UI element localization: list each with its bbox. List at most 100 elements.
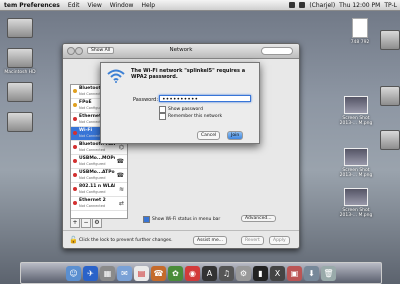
advanced-button[interactable]: Advanced... [241,215,276,222]
calendar-icon[interactable]: ▤ [134,265,149,281]
desktop-icon-label: Macintosh HD [4,70,36,75]
dock: ☺ ✈ ▦ ✉ ▤ ☎ ✿ ◉ A ♫ ⚙ ▮ X ▣ ⬇ 🗑 [20,262,382,284]
lock-label: Click the lock to prevent further change… [79,238,173,243]
service-type-icon: ⇄ [118,200,124,207]
wifi-icon [107,69,125,83]
status-dot-icon [73,159,77,163]
remove-service-button[interactable]: − [81,218,91,228]
status-dot-icon [73,117,77,121]
password-field[interactable]: •••••••••• [159,95,251,103]
screenshot-thumbnail-icon [344,96,368,114]
service-item[interactable]: USBMo...ATPort Not Configured ☎ [71,169,127,183]
join-button[interactable]: Join [227,131,244,140]
hard-drive-icon [380,130,400,150]
menu-window[interactable]: Window [106,2,138,9]
volume-icon[interactable] [299,2,306,8]
status-dot-icon [73,89,77,93]
service-status: Not Connected [79,204,106,208]
status-dot-icon [73,173,77,177]
menu-app-name[interactable]: tem Preferences [0,2,64,9]
chrome-icon[interactable]: ◉ [185,265,200,281]
service-item[interactable]: USBMo...MOPortNot Configured ☎ [71,155,127,169]
terminal-icon[interactable]: ▮ [253,265,268,281]
assist-me-button[interactable]: Assist me... [193,236,228,245]
desktop-icon-label: Screen Shot 2013-... M.png [339,208,373,218]
wifi-status-icon[interactable] [289,2,296,8]
x11-icon[interactable]: X [270,265,285,281]
desktop-icon-hd-1[interactable] [0,18,40,40]
show-wifi-status-checkbox[interactable] [143,216,150,223]
desktop-icon-extra-2[interactable] [370,86,400,108]
desktop-icon-hd-3[interactable] [0,112,40,134]
finder-icon[interactable]: ☺ [66,265,81,281]
menu-view[interactable]: View [84,2,106,9]
desktop-icon-extra-3[interactable] [370,130,400,152]
trash-icon[interactable]: 🗑 [321,265,336,281]
hard-drive-icon [7,48,33,68]
clock[interactable]: Thu 12:00 PM [339,2,380,9]
mail-icon[interactable]: ✉ [117,265,132,281]
preview-icon[interactable]: ▣ [287,265,302,281]
service-type-icon: ≋ [118,186,124,193]
menu-help[interactable]: Help [137,2,159,9]
revert-button[interactable]: Revert [241,236,264,245]
window-titlebar: Show All Network [63,44,299,59]
add-service-button[interactable]: + [70,218,80,228]
wifi-password-sheet: The Wi-Fi network "splinkel5" requires a… [100,62,260,144]
launchpad-icon[interactable]: ✈ [83,265,98,281]
cancel-button[interactable]: Cancel [197,131,221,140]
remember-network-checkbox[interactable] [159,113,166,120]
service-type-icon: ☎ [116,158,124,165]
photos-icon[interactable]: ✿ [168,265,183,281]
system-preferences-icon[interactable]: ⚙ [236,265,251,281]
hard-drive-icon [380,30,400,50]
service-status: Not Configured [79,162,106,166]
hard-drive-icon [7,112,33,132]
document-icon [352,18,368,38]
network-menu[interactable]: TP-L [384,2,397,9]
service-name: USBMo...MOPort [79,156,115,161]
show-password-checkbox[interactable] [159,106,166,113]
screenshot-thumbnail-icon [344,188,368,206]
gear-icon[interactable]: ⚙ [92,218,102,228]
app-store-icon[interactable]: A [202,265,217,281]
service-status: Not Configured [79,190,106,194]
service-type-icon: ⌬ [118,144,124,151]
desktop-icon-screenshot-2[interactable]: Screen Shot 2013-... M.png [336,148,376,178]
status-dot-icon [73,187,77,191]
status-dot-icon [73,131,77,135]
desktop-icon-label: Screen Shot 2013-... M.png [339,116,373,126]
status-dot-icon [73,201,77,205]
contacts-icon[interactable]: ☎ [151,265,166,281]
password-label: Password: [133,97,159,103]
menu-bar: tem Preferences Edit View Window Help (C… [0,0,400,11]
service-item[interactable]: 802.11 n WLAN Not Configured ≋ [71,183,127,197]
user-menu[interactable]: (Charjel) [309,2,335,9]
desktop-icon-extra-1[interactable] [370,30,400,52]
desktop-icon-macintosh-hd[interactable]: Macintosh HD [0,48,40,75]
show-password-option[interactable]: Show password [159,106,203,113]
downloads-stack-icon[interactable]: ⬇ [304,265,319,281]
service-type-icon: ☎ [116,172,124,179]
remember-network-option[interactable]: Remember this network [159,113,222,120]
search-input[interactable] [261,47,293,55]
hard-drive-icon [7,82,33,102]
service-status: Not Configured [79,176,106,180]
menu-edit[interactable]: Edit [64,2,84,9]
remember-network-label: Remember this network [168,114,223,119]
desktop-icon-hd-2[interactable] [0,82,40,104]
desktop-icon-screenshot-3[interactable]: Screen Shot 2013-... M.png [336,188,376,218]
status-dot-icon [73,145,77,149]
service-name: USBMo...ATPort [79,170,115,175]
mission-control-icon[interactable]: ▦ [100,265,115,281]
show-wifi-status-label: Show Wi-Fi status in menu bar [152,217,221,222]
service-item[interactable]: Ethernet 2 Not Connected ⇄ [71,197,127,211]
show-wifi-status-option[interactable]: Show Wi-Fi status in menu bar [143,216,220,223]
sheet-message: The Wi-Fi network "splinkel5" requires a… [131,68,246,80]
itunes-icon[interactable]: ♫ [219,265,234,281]
status-dot-icon [73,103,77,107]
lock-icon[interactable]: 🔓 [69,236,78,244]
apply-button[interactable]: Apply [269,236,290,245]
hard-drive-icon [380,86,400,106]
desktop-icon-label: Screen Shot 2013-... M.png [339,168,373,178]
